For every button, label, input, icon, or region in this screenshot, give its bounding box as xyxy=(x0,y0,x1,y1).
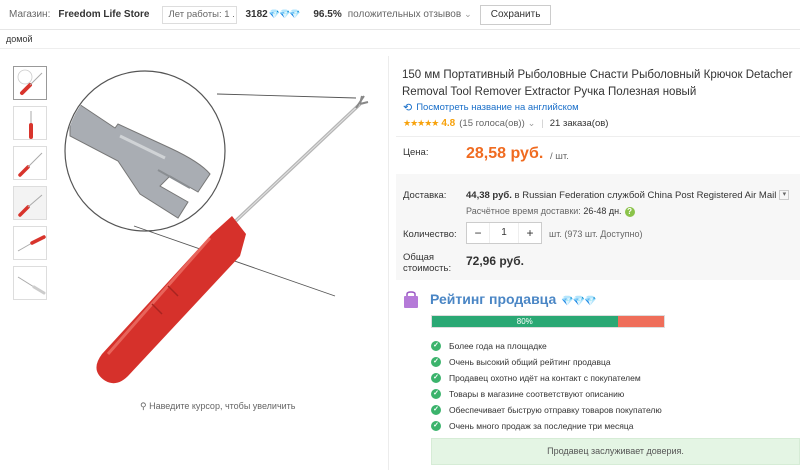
quantity-increase-button[interactable]: + xyxy=(519,223,541,243)
shipping-cost: 44,38 руб. xyxy=(466,190,512,201)
quantity-input[interactable]: 1 xyxy=(489,223,519,243)
chevron-down-icon[interactable]: ⌄ xyxy=(464,9,472,20)
list-item: ✓ Товары в магазине соответствуют описани… xyxy=(431,386,662,402)
positive-percent: 96.5% xyxy=(313,9,342,20)
total-value: 72,96 руб. xyxy=(466,254,524,268)
list-item-text: Обеспечивает быструю отправку товаров по… xyxy=(449,405,662,415)
store-header: Магазин: Freedom Life Store Лет работы: … xyxy=(0,0,800,30)
check-icon: ✓ xyxy=(431,373,441,383)
list-item: ✓ Очень высокий общий рейтинг продавца xyxy=(431,354,662,370)
rating-value: 4.8 xyxy=(441,118,456,129)
check-icon: ✓ xyxy=(431,341,441,351)
translate-icon: ⟲ xyxy=(403,102,413,114)
orders-count: 21 заказа(ов) xyxy=(549,118,609,129)
store-years-badge: Лет работы: 1 . xyxy=(161,5,237,24)
english-title-link[interactable]: ⟲ Посмотреть название на английском xyxy=(403,101,579,114)
quantity-decrease-button[interactable]: − xyxy=(467,223,489,243)
seller-rating-title: Рейтинг продавца 💎💎💎 xyxy=(430,291,597,307)
quantity-stepper: − 1 + xyxy=(466,222,542,244)
quantity-label: Количество: xyxy=(403,229,457,240)
store-score: 3182 xyxy=(245,9,268,20)
price-label: Цена: xyxy=(403,147,429,158)
votes-link[interactable]: (15 голоса(ов)) xyxy=(459,118,525,129)
chevron-down-icon[interactable]: ⌄ xyxy=(528,118,536,129)
check-icon: ✓ xyxy=(431,389,441,399)
list-item-text: Очень много продаж за последние три меся… xyxy=(449,421,634,431)
seller-rating-title-text: Рейтинг продавца xyxy=(430,291,557,307)
product-main-image[interactable] xyxy=(60,66,380,396)
check-icon: ✓ xyxy=(431,421,441,431)
divider xyxy=(0,48,800,49)
diamond-icon: 💎💎💎 xyxy=(268,9,301,19)
list-item: ✓ Обеспечивает быструю отправку товаров п… xyxy=(431,402,662,418)
thumbnail-2[interactable] xyxy=(13,106,47,140)
english-title-text: Посмотреть название на английском xyxy=(416,102,579,113)
thumbnail-1[interactable] xyxy=(13,66,47,100)
thumbnail-list xyxy=(13,66,49,306)
list-item: ✓ Более года на площадке xyxy=(431,338,662,354)
magnifier-icon: ⚲ xyxy=(140,401,150,411)
store-name-link[interactable]: Freedom Life Store xyxy=(58,9,149,20)
save-store-button[interactable]: Сохранить xyxy=(479,4,552,25)
shipping-label: Доставка: xyxy=(403,190,447,201)
seller-rating-bar: 80% xyxy=(431,315,665,328)
shipping-option[interactable]: 44,38 руб. в Russian Federation службой … xyxy=(466,190,790,201)
chevron-down-icon[interactable]: ▾ xyxy=(779,190,790,201)
zoom-hint-text: Наведите курсор, чтобы увеличить xyxy=(149,401,296,411)
product-rating-row: ★★★★★ 4.8 (15 голоса(ов)) ⌄ | 21 заказа(… xyxy=(403,118,608,129)
product-title: 150 мм Портативный Рыболовные Снасти Рыб… xyxy=(402,69,793,98)
star-rating-icon: ★★★★★ xyxy=(403,118,439,128)
quantity-available: шт. (973 шт. Доступно) xyxy=(549,229,643,239)
seller-trust-banner: Продавец заслуживает доверия. xyxy=(431,438,800,465)
breadcrumb[interactable]: домой xyxy=(6,34,32,44)
divider xyxy=(388,56,389,470)
shopping-bag-icon xyxy=(404,291,418,308)
store-label: Магазин: xyxy=(9,9,51,20)
positive-reviews-label[interactable]: положительных отзывов xyxy=(348,9,461,20)
thumbnail-3[interactable] xyxy=(13,146,47,180)
separator: | xyxy=(541,118,544,129)
list-item: ✓ Очень много продаж за последние три мес… xyxy=(431,418,662,434)
thumbnail-5[interactable] xyxy=(13,226,47,260)
eta-label: Расчётное время доставки: xyxy=(466,206,581,216)
thumbnail-4[interactable] xyxy=(13,186,47,220)
divider xyxy=(396,136,800,137)
eta-value: 26-48 дн. xyxy=(583,206,622,216)
check-icon: ✓ xyxy=(431,405,441,415)
list-item-text: Более года на площадке xyxy=(449,341,547,351)
delivery-estimate: Расчётное время доставки: 26-48 дн.? xyxy=(466,206,635,217)
zoom-hint: ⚲ Наведите курсор, чтобы увеличить xyxy=(140,401,295,412)
help-icon[interactable]: ? xyxy=(624,207,635,217)
list-item-text: Продавец охотно идёт на контакт с покупа… xyxy=(449,373,641,383)
seller-rating-bar-fill: 80% xyxy=(432,316,618,327)
price-unit: / шт. xyxy=(550,151,569,162)
list-item: ✓ Продавец охотно идёт на контакт с покуп… xyxy=(431,370,662,386)
seller-qualities-list: ✓ Более года на площадке ✓ Очень высокий о… xyxy=(431,338,662,434)
list-item-text: Товары в магазине соответствуют описанию xyxy=(449,389,625,399)
check-icon: ✓ xyxy=(431,357,441,367)
total-label: Общая стоимость: xyxy=(403,252,452,274)
list-item-text: Очень высокий общий рейтинг продавца xyxy=(449,357,611,367)
thumbnail-6[interactable] xyxy=(13,266,47,300)
price-value: 28,58 руб. xyxy=(466,145,544,162)
diamond-icon: 💎💎💎 xyxy=(561,296,596,307)
shipping-method: в Russian Federation службой China Post … xyxy=(511,190,777,201)
